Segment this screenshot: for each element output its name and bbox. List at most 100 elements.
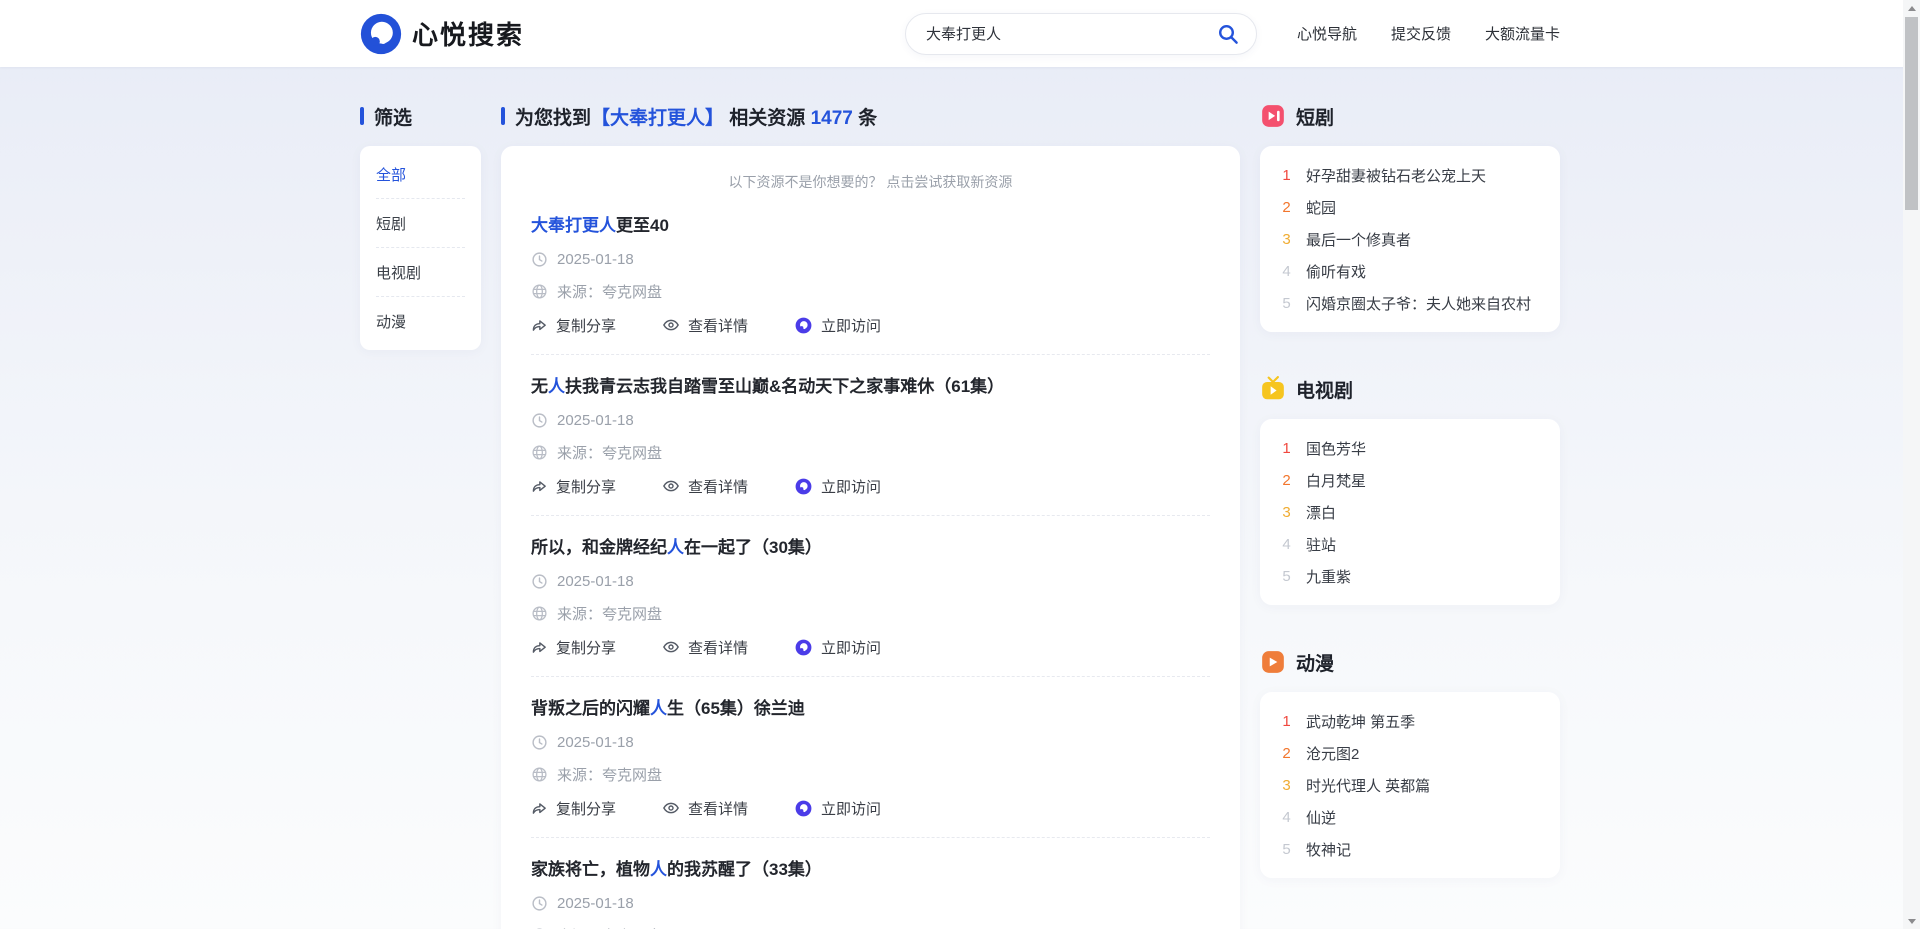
visit-now-button[interactable]: 立即访问	[794, 637, 881, 658]
globe-icon	[531, 283, 548, 300]
ranking-item[interactable]: 4 驻站	[1280, 528, 1540, 560]
ranking-section: 动漫 1 武动乾坤 第五季 2 沧元图2 3 时光代理人 英都篇 4 仙逆 5 …	[1260, 649, 1560, 878]
clock-icon	[531, 573, 548, 590]
ranking-label: 漂白	[1306, 502, 1336, 523]
result-title-text: 所以，和金牌经纪	[531, 538, 667, 557]
ranking-item[interactable]: 3 最后一个修真者	[1280, 223, 1540, 255]
header-nav: 心悦导航 提交反馈 大额流量卡	[1297, 23, 1560, 44]
result-title-text: 在一起了（30集）	[684, 538, 822, 557]
result-title-highlight: 人	[548, 377, 565, 396]
brand-logo[interactable]: 心悦搜索	[360, 13, 524, 55]
view-detail-label: 查看详情	[688, 798, 748, 819]
share-icon	[531, 639, 548, 656]
result-title-text: 更至40	[616, 216, 669, 235]
result-title[interactable]: 家族将亡，植物人的我苏醒了（33集）	[531, 858, 1210, 882]
nav-item-data-card[interactable]: 大额流量卡	[1485, 23, 1560, 44]
scrollbar-down-arrow[interactable]	[1903, 913, 1920, 929]
visit-now-button[interactable]: 立即访问	[794, 315, 881, 336]
result-item: 无人扶我青云志我自踏雪至山巅&名动天下之家事难休（61集） 2025-01-18…	[531, 375, 1210, 516]
scrollbar-up-arrow[interactable]	[1903, 0, 1920, 16]
ranking-label: 武动乾坤 第五季	[1306, 711, 1415, 732]
search-input[interactable]: 大奉打更人	[926, 23, 1214, 44]
refresh-notice-link[interactable]: 以下资源不是你想要的？ 点击尝试获取新资源	[531, 172, 1210, 192]
view-detail-button[interactable]: 查看详情	[662, 476, 748, 497]
visit-icon	[794, 477, 813, 496]
ranking-item[interactable]: 3 漂白	[1280, 496, 1540, 528]
result-title[interactable]: 所以，和金牌经纪人在一起了（30集）	[531, 536, 1210, 560]
ranking-item[interactable]: 1 武动乾坤 第五季	[1280, 705, 1540, 737]
result-date: 2025-01-18	[557, 895, 634, 912]
ranking-label: 蛇园	[1306, 197, 1336, 218]
ranking-card: 1 国色芳华 2 白月梵星 3 漂白 4 驻站 5 九重紫	[1260, 419, 1560, 605]
results-header-prefix: 为您找到	[515, 108, 591, 129]
copy-share-button[interactable]: 复制分享	[531, 798, 616, 819]
ranking-number: 4	[1280, 263, 1293, 280]
ranking-item[interactable]: 4 仙逆	[1280, 801, 1540, 833]
results-header-keyword: 【大奉打更人】	[591, 108, 724, 129]
ranking-item[interactable]: 5 九重紫	[1280, 560, 1540, 592]
result-date-row: 2025-01-18	[531, 731, 1210, 753]
result-title[interactable]: 无人扶我青云志我自踏雪至山巅&名动天下之家事难休（61集）	[531, 375, 1210, 399]
ranking-item[interactable]: 4 偷听有戏	[1280, 255, 1540, 287]
result-title[interactable]: 大奉打更人更至40	[531, 214, 1210, 238]
results-header: 为您找到【大奉打更人】 相关资源 1477 条	[515, 103, 877, 130]
ranking-number: 4	[1280, 809, 1293, 826]
result-source: 来源：夸克网盘	[557, 925, 662, 929]
scrollbar[interactable]	[1903, 0, 1920, 929]
ranking-item[interactable]: 5 闪婚京圈太子爷：夫人她来自农村	[1280, 287, 1540, 319]
copy-share-button[interactable]: 复制分享	[531, 476, 616, 497]
ranking-item[interactable]: 1 好孕甜妻被钻石老公宠上天	[1280, 159, 1540, 191]
ranking-number: 1	[1280, 167, 1293, 184]
nav-item-feedback[interactable]: 提交反馈	[1391, 23, 1451, 44]
ranking-section: 电视剧 1 国色芳华 2 白月梵星 3 漂白 4 驻站 5 九重紫	[1260, 376, 1560, 605]
view-detail-button[interactable]: 查看详情	[662, 315, 748, 336]
clock-icon	[531, 412, 548, 429]
result-title[interactable]: 背叛之后的闪耀人生（65集）徐兰迪	[531, 697, 1210, 721]
nav-item-navigation[interactable]: 心悦导航	[1297, 23, 1357, 44]
copy-share-label: 复制分享	[556, 315, 616, 336]
result-source-row: 来源：夸克网盘	[531, 602, 1210, 624]
eye-icon	[662, 477, 680, 495]
filter-item-anime[interactable]: 动漫	[376, 297, 465, 346]
visit-now-button[interactable]: 立即访问	[794, 798, 881, 819]
filter-sidebar: 筛选 全部 短剧 电视剧 动漫	[360, 103, 481, 350]
result-separator	[531, 354, 1210, 355]
filter-item-short-drama[interactable]: 短剧	[376, 199, 465, 248]
ranking-item[interactable]: 2 蛇园	[1280, 191, 1540, 223]
result-title-text: 的我苏醒了（33集）	[667, 860, 822, 879]
ranking-label: 闪婚京圈太子爷：夫人她来自农村	[1306, 293, 1531, 314]
ranking-label: 偷听有戏	[1306, 261, 1366, 282]
result-date: 2025-01-18	[557, 412, 634, 429]
copy-share-button[interactable]: 复制分享	[531, 315, 616, 336]
result-title-text: 背叛之后的闪耀	[531, 699, 650, 718]
visit-now-label: 立即访问	[821, 315, 881, 336]
search-icon	[1216, 22, 1240, 46]
ranking-item[interactable]: 2 白月梵星	[1280, 464, 1540, 496]
ranking-label: 沧元图2	[1306, 743, 1359, 764]
result-list: 大奉打更人更至40 2025-01-18 来源：夸克网盘	[531, 214, 1210, 929]
ranking-number: 2	[1280, 745, 1293, 762]
ranking-number: 5	[1280, 841, 1293, 858]
view-detail-button[interactable]: 查看详情	[662, 798, 748, 819]
copy-share-button[interactable]: 复制分享	[531, 637, 616, 658]
ranking-label: 最后一个修真者	[1306, 229, 1411, 250]
brand-logo-icon	[360, 13, 402, 55]
search-button[interactable]	[1214, 20, 1242, 48]
ranking-item[interactable]: 3 时光代理人 英都篇	[1280, 769, 1540, 801]
filter-item-tv-series[interactable]: 电视剧	[376, 248, 465, 297]
ranking-item[interactable]: 1 国色芳华	[1280, 432, 1540, 464]
copy-share-label: 复制分享	[556, 476, 616, 497]
search-bar[interactable]: 大奉打更人	[905, 13, 1257, 55]
result-item: 所以，和金牌经纪人在一起了（30集） 2025-01-18 来源：夸克网盘	[531, 536, 1210, 677]
scrollbar-thumb[interactable]	[1905, 17, 1918, 210]
ranking-item[interactable]: 5 牧神记	[1280, 833, 1540, 865]
view-detail-label: 查看详情	[688, 637, 748, 658]
result-title-text: 扶我青云志我自踏雪至山巅&名动天下之家事难休（61集）	[565, 377, 1004, 396]
ranking-item[interactable]: 2 沧元图2	[1280, 737, 1540, 769]
result-date-row: 2025-01-18	[531, 570, 1210, 592]
view-detail-label: 查看详情	[688, 315, 748, 336]
visit-now-button[interactable]: 立即访问	[794, 476, 881, 497]
share-icon	[531, 800, 548, 817]
filter-item-all[interactable]: 全部	[376, 150, 465, 199]
view-detail-button[interactable]: 查看详情	[662, 637, 748, 658]
